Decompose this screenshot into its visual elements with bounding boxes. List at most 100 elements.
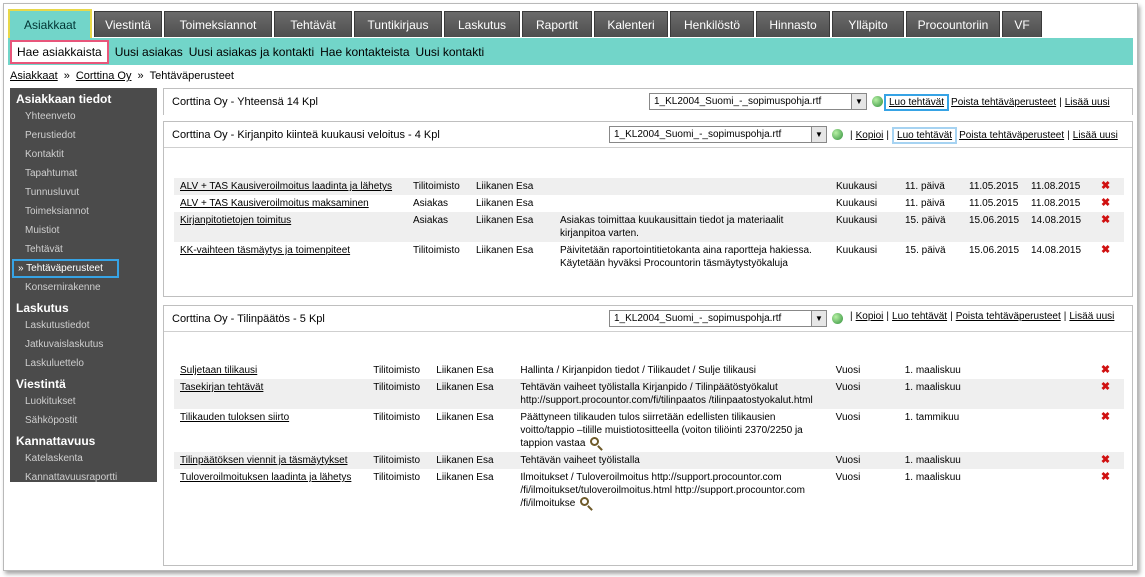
new-customer-and-contact-link[interactable]: Uusi asiakas ja kontakti — [189, 45, 314, 59]
delete-icon[interactable]: ✖ — [1101, 411, 1110, 423]
sidebar-item-tehtavat[interactable]: Tehtävät — [10, 240, 157, 259]
sidebar-item-yhteenveto[interactable]: Yhteenveto — [10, 107, 157, 126]
task-name-link[interactable]: ALV + TAS Kausiveroilmoitus maksaminen — [174, 195, 410, 212]
task-responsible: Tilitoimisto — [370, 379, 434, 409]
tab-vf[interactable]: VF — [1002, 11, 1042, 37]
tab-tuntikirjaus[interactable]: Tuntikirjaus — [354, 11, 442, 37]
search-customers-link[interactable]: Hae asiakkaista — [10, 39, 109, 64]
sidebar-section-title: Viestintä — [16, 377, 66, 391]
tab-raportit[interactable]: Raportit — [522, 11, 592, 37]
sidebar-item-konsernirakenne[interactable]: Konsernirakenne — [10, 278, 157, 297]
task-day: 1. tammikuu — [904, 412, 960, 423]
create-tasks-link[interactable]: Luo tehtävät — [884, 94, 950, 111]
task-name-link[interactable]: Tasekirjan tehtävät — [174, 379, 371, 409]
task-start-date — [966, 469, 1028, 512]
delete-icon[interactable]: ✖ — [1101, 244, 1110, 256]
tab-laskutus[interactable]: Laskutus — [444, 11, 520, 37]
add-new-link[interactable]: Lisää uusi — [1065, 97, 1110, 108]
template-select[interactable]: 1_KL2004_Suomi_-_sopimuspohja.rtf ▼ — [609, 126, 827, 143]
magnifier-icon[interactable] — [580, 497, 590, 506]
sidebar-item-perustiedot[interactable]: Perustiedot — [10, 126, 157, 145]
tab-kalenteri[interactable]: Kalenteri — [594, 11, 668, 37]
create-tasks-link[interactable]: Luo tehtävät — [892, 311, 947, 322]
magnifier-icon[interactable] — [590, 437, 600, 446]
link-separator: | — [1067, 130, 1070, 141]
task-period: Kuukausi — [836, 198, 878, 209]
sidebar-item-tehtavaperusteet[interactable]: » Tehtäväperusteet — [12, 259, 119, 278]
sidebar-item-laskutustiedot[interactable]: Laskutustiedot — [10, 316, 157, 335]
task-end-date: 14.08.2015 — [1031, 245, 1082, 256]
globe-icon[interactable] — [872, 96, 883, 107]
tab-procountoriin[interactable]: Procountoriin — [906, 11, 1000, 37]
link-separator: | — [950, 311, 953, 322]
template-select[interactable]: 1_KL2004_Suomi_-_sopimuspohja.rtf ▼ — [649, 93, 867, 110]
delete-task-bases-link[interactable]: Poista tehtäväperusteet — [959, 130, 1064, 141]
add-new-link[interactable]: Lisää uusi — [1073, 130, 1118, 141]
task-start-date: 15.06.2015 — [966, 212, 1028, 242]
search-contacts-link[interactable]: Hae kontakteista — [320, 45, 409, 59]
sidebar-item-sahkopostit[interactable]: Sähköpostit — [10, 411, 157, 430]
delete-icon[interactable]: ✖ — [1101, 381, 1110, 393]
sidebar-item-kontaktit[interactable]: Kontaktit — [10, 145, 157, 164]
create-tasks-link[interactable]: Luo tehtävät — [892, 127, 958, 144]
breadcrumb-customer[interactable]: Corttina Oy — [76, 70, 132, 82]
delete-icon[interactable]: ✖ — [1101, 180, 1110, 192]
task-person: Liikanen Esa — [473, 212, 557, 242]
task-name-link[interactable]: Suljetaan tilikausi — [174, 362, 370, 379]
sidebar-item-tapahtumat[interactable]: Tapahtumat — [10, 164, 157, 183]
tab-toimeksiannot[interactable]: Toimeksiannot — [164, 11, 272, 37]
sidebar-item-jatkuvaislaskutus[interactable]: Jatkuvaislaskutus — [10, 335, 157, 354]
task-name-link[interactable]: ALV + TAS Kausiveroilmoitus laadinta ja … — [174, 178, 410, 195]
sidebar-item-toimeksiannot[interactable]: Toimeksiannot — [10, 202, 157, 221]
chevron-down-icon[interactable]: ▼ — [811, 127, 826, 142]
new-contact-link[interactable]: Uusi kontakti — [416, 45, 485, 59]
copy-link[interactable]: Kopioi — [856, 130, 884, 141]
task-name-link[interactable]: Tilinpäätöksen viennit ja täsmäytykset — [174, 452, 371, 469]
globe-icon[interactable] — [832, 129, 843, 140]
task-start-date — [965, 452, 1028, 469]
sidebar-item-katelaskenta[interactable]: Katelaskenta — [10, 449, 157, 468]
table-row: Suljetaan tilikausi Tilitoimisto Liikane… — [174, 362, 1124, 379]
task-day: 1. maaliskuu — [901, 379, 966, 409]
sidebar-item-kannattavuusraportti[interactable]: Kannattavuusraportti — [10, 468, 157, 487]
sidebar-item-tunnusluvut[interactable]: Tunnusluvut — [10, 183, 157, 202]
tab-viestinta[interactable]: Viestintä — [94, 11, 162, 37]
link-separator: | — [1063, 311, 1067, 322]
delete-icon[interactable]: ✖ — [1101, 364, 1110, 376]
link-separator: | — [850, 311, 853, 322]
tab-yllapito[interactable]: Ylläpito — [832, 11, 904, 37]
delete-icon[interactable]: ✖ — [1101, 471, 1110, 483]
sidebar-item-laskuluettelo[interactable]: Laskuluettelo — [10, 354, 157, 373]
table-row: Tilinpäätöksen viennit ja täsmäytykset T… — [174, 452, 1124, 469]
breadcrumb-customers[interactable]: Asiakkaat — [10, 70, 58, 82]
task-name-link[interactable]: Tuloveroilmoituksen laadinta ja lähetys — [174, 469, 370, 512]
sidebar-section-title: Laskutus — [16, 301, 69, 315]
template-select[interactable]: 1_KL2004_Suomi_-_sopimuspohja.rtf ▼ — [609, 310, 827, 327]
add-new-link[interactable]: Lisää uusi — [1069, 311, 1114, 322]
task-day: 1. maaliskuu — [901, 452, 966, 469]
sidebar-item-luokitukset[interactable]: Luokitukset — [10, 392, 157, 411]
tab-hinnasto[interactable]: Hinnasto — [756, 11, 830, 37]
delete-icon[interactable]: ✖ — [1101, 454, 1110, 466]
chevron-down-icon[interactable]: ▼ — [851, 94, 866, 109]
delete-icon[interactable]: ✖ — [1101, 214, 1110, 226]
new-customer-link[interactable]: Uusi asiakas — [115, 45, 183, 59]
task-name-link[interactable]: Kirjanpitotietojen toimitus — [174, 212, 410, 242]
tab-henkilosto[interactable]: Henkilöstö — [670, 11, 754, 37]
tab-tehtavat[interactable]: Tehtävät — [274, 11, 352, 37]
delete-icon[interactable]: ✖ — [1101, 197, 1110, 209]
task-responsible: Asiakas — [413, 198, 449, 209]
delete-task-bases-link[interactable]: Poista tehtäväperusteet — [956, 311, 1061, 322]
task-responsible: Tilitoimisto — [373, 365, 421, 376]
task-name-link[interactable]: Tilikauden tuloksen siirto — [174, 409, 370, 452]
task-description — [557, 195, 833, 212]
delete-task-bases-link[interactable]: Poista tehtäväperusteet — [951, 97, 1056, 108]
task-name-link[interactable]: KK-vaihteen täsmäytys ja toimenpiteet — [174, 242, 410, 272]
tab-asiakkaat[interactable]: Asiakkaat — [8, 9, 92, 38]
sidebar-section-title: Kannattavuus — [16, 434, 96, 448]
sidebar-item-muistiot[interactable]: Muistiot — [10, 221, 157, 240]
globe-icon[interactable] — [832, 313, 843, 324]
table-row: Tasekirjan tehtävät Tilitoimisto Liikane… — [174, 379, 1124, 409]
copy-link[interactable]: Kopioi — [856, 311, 884, 322]
chevron-down-icon[interactable]: ▼ — [811, 311, 826, 326]
